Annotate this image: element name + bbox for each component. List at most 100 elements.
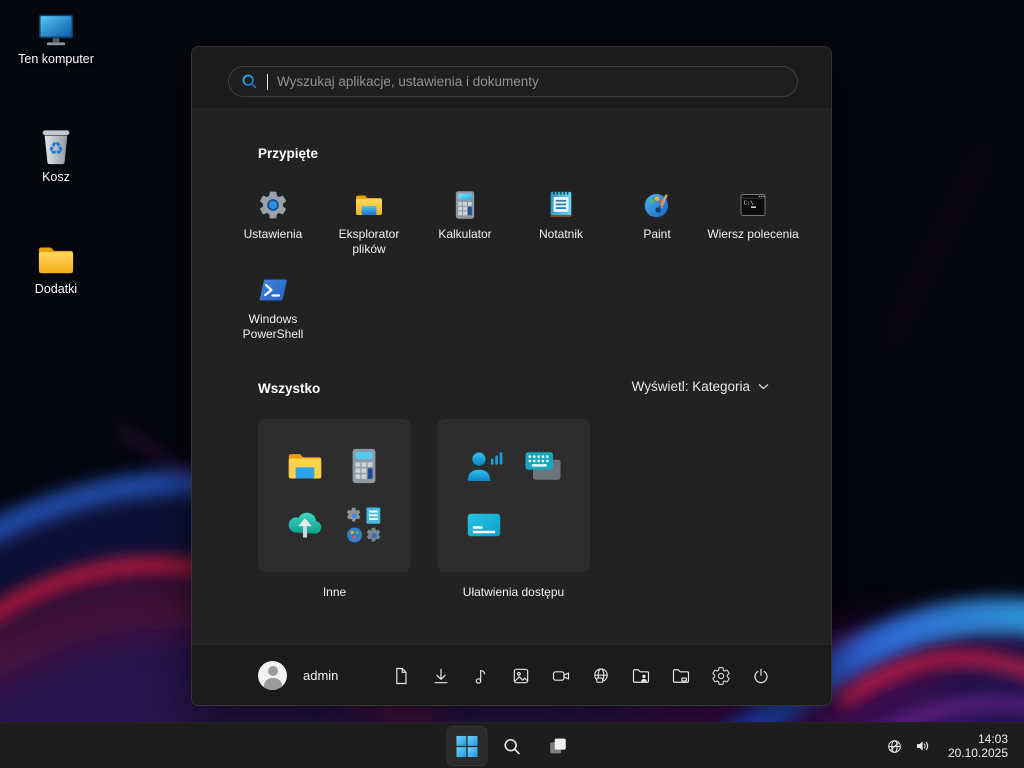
start-search-area: Wyszukaj aplikacje, ustawienia i dokumen… — [192, 47, 831, 109]
speaker-icon — [914, 737, 932, 755]
documents-button[interactable] — [381, 655, 421, 696]
screen: Ten komputer ♻ Kosz Dodatki — [0, 0, 1024, 768]
desktop-icon-recycle-bin[interactable]: ♻ Kosz — [14, 124, 98, 185]
taskbar: 14:03 20.10.2025 — [0, 722, 1024, 768]
task-view-button[interactable] — [537, 726, 578, 766]
command-prompt-icon: C:\ — [737, 189, 769, 221]
pinned-app-ustawienia[interactable]: Ustawienia — [225, 185, 321, 270]
taskbar-search-button[interactable] — [492, 726, 533, 766]
captions-card-icon — [454, 496, 514, 556]
power-button[interactable] — [741, 655, 781, 696]
footer-quick-links — [381, 655, 781, 696]
search-input[interactable]: Wyszukaj aplikacje, ustawienia i dokumen… — [228, 66, 798, 97]
desktop-icon-dodatki[interactable]: Dodatki — [14, 242, 98, 297]
user-folder-button[interactable] — [621, 655, 661, 696]
network-status-button[interactable] — [882, 726, 908, 766]
pinned-app-kalkulator[interactable]: Kalkulator — [417, 185, 513, 270]
pinned-app-paint[interactable]: Paint — [609, 185, 705, 270]
search-icon — [502, 736, 523, 757]
folder-window-icon — [671, 666, 691, 686]
taskbar-center — [447, 726, 578, 766]
svg-text:C:\: C:\ — [744, 201, 754, 207]
desktop-icon-label: Kosz — [42, 171, 70, 185]
file-explorer-icon — [353, 189, 385, 221]
start-menu-footer: admin — [192, 644, 831, 705]
settings-button[interactable] — [701, 655, 741, 696]
empty-cell — [514, 496, 574, 556]
pinned-app-label: Kalkulator — [438, 227, 491, 242]
pictures-button[interactable] — [501, 655, 541, 696]
start-menu: Wyszukaj aplikacje, ustawienia i dokumen… — [191, 46, 832, 706]
pinned-app-notatnik[interactable]: Notatnik — [513, 185, 609, 270]
pinned-app-label: Wiersz polecenia — [707, 227, 798, 242]
apps-cluster-icon — [335, 496, 395, 556]
video-camera-icon — [551, 666, 571, 686]
clock-time: 14:03 — [948, 732, 1008, 746]
folder-icon — [35, 242, 77, 278]
windows-logo-icon — [456, 735, 479, 758]
all-apps-header: Wszystko Wyświetl: Kategoria — [192, 379, 831, 401]
music-button[interactable] — [461, 655, 501, 696]
user-profile-button[interactable]: admin — [250, 655, 346, 696]
taskbar-clock[interactable]: 14:03 20.10.2025 — [938, 732, 1016, 760]
calculator-icon — [335, 436, 395, 496]
pinned-app-label: Eksplorator plików — [323, 227, 415, 256]
narrator-person-icon — [454, 436, 514, 496]
task-view-icon — [546, 735, 568, 757]
powershell-icon — [257, 274, 289, 306]
this-pc-icon — [35, 10, 77, 48]
document-icon — [391, 666, 411, 686]
settings-gear-icon — [257, 189, 289, 221]
search-placeholder: Wyszukaj aplikacje, ustawienia i dokumen… — [277, 74, 539, 89]
desktop-icon-label: Dodatki — [35, 283, 77, 297]
view-toggle-label: Wyświetl: Kategoria — [632, 379, 750, 394]
pinned-apps-grid: Ustawienia Eksplorator plików — [225, 185, 803, 355]
user-name: admin — [303, 668, 338, 683]
pinned-app-label: Notatnik — [539, 227, 583, 242]
category-ulatwienia-tile[interactable] — [437, 419, 590, 572]
download-icon — [431, 666, 451, 686]
desktop-icon-this-pc[interactable]: Ten komputer — [14, 10, 98, 67]
pinned-app-powershell[interactable]: Windows PowerShell — [225, 270, 321, 355]
view-category-dropdown[interactable]: Wyświetl: Kategoria — [632, 379, 769, 394]
category-ulatwienia: Ułatwienia dostępu — [437, 419, 590, 599]
pinned-app-eksplorator[interactable]: Eksplorator plików — [321, 185, 417, 270]
pinned-app-wiersz-polecenia[interactable]: C:\ Wiersz polecenia — [705, 185, 801, 270]
user-avatar — [258, 661, 287, 690]
pinned-section-title: Przypięte — [258, 146, 318, 161]
pinned-app-label: Windows PowerShell — [227, 312, 319, 341]
category-inne-tile[interactable] — [258, 419, 411, 572]
music-note-icon — [471, 666, 491, 686]
power-icon — [751, 666, 771, 686]
notepad-icon — [545, 189, 577, 221]
on-screen-keyboard-icon — [514, 436, 574, 496]
folder-icon — [275, 436, 335, 496]
downloads-button[interactable] — [421, 655, 461, 696]
calculator-icon — [449, 189, 481, 221]
user-folder-icon — [631, 666, 651, 686]
category-label: Ułatwienia dostępu — [437, 585, 590, 599]
svg-text:♻: ♻ — [48, 139, 64, 159]
pinned-app-label: Ustawienia — [244, 227, 303, 242]
chevron-down-icon — [758, 383, 769, 390]
category-label: Inne — [258, 585, 411, 599]
network-button[interactable] — [581, 655, 621, 696]
network-globe-icon — [591, 666, 611, 686]
pinned-app-label: Paint — [643, 227, 670, 242]
paint-palette-icon — [641, 189, 673, 221]
desktop-icon-label: Ten komputer — [18, 53, 94, 67]
all-section-title: Wszystko — [258, 381, 320, 396]
pictures-icon — [511, 666, 531, 686]
search-icon — [241, 73, 258, 90]
gear-icon — [711, 666, 731, 686]
volume-button[interactable] — [910, 726, 936, 766]
text-caret — [267, 74, 268, 90]
videos-button[interactable] — [541, 655, 581, 696]
start-button[interactable] — [447, 726, 488, 766]
category-inne: Inne — [258, 419, 411, 599]
cloud-upload-icon — [275, 496, 335, 556]
file-explorer-button[interactable] — [661, 655, 701, 696]
recycle-bin-icon: ♻ — [36, 124, 76, 166]
category-tiles: Inne — [258, 419, 590, 599]
clock-date: 20.10.2025 — [948, 746, 1008, 760]
